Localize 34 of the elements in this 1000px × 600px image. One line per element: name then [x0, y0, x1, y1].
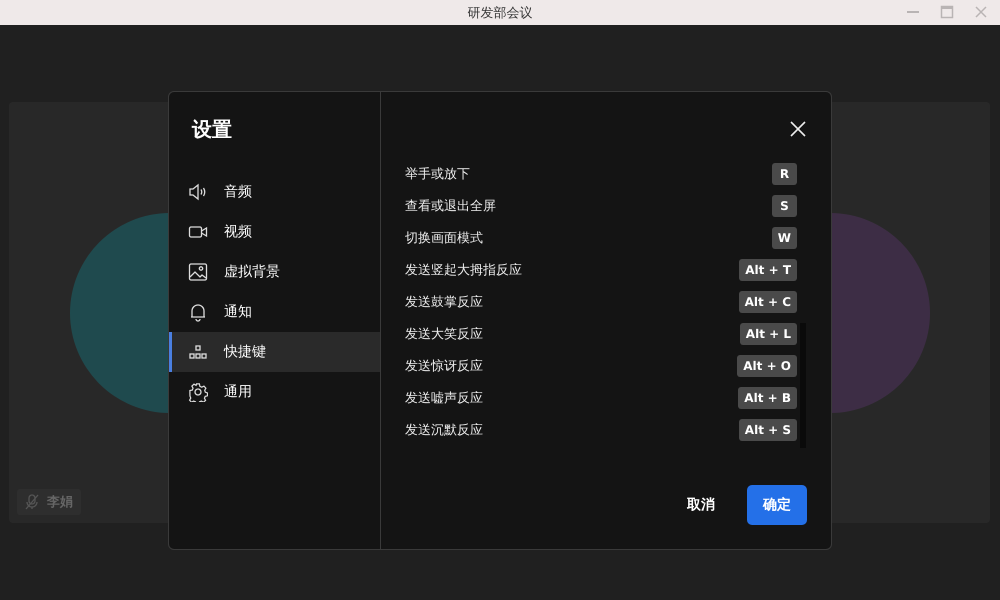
image-icon: [188, 262, 208, 282]
key-badge: Alt + S: [738, 419, 797, 441]
key-badge: Alt + T: [739, 259, 797, 281]
shortcut-label: 发送竖起大拇指反应: [405, 262, 522, 279]
shortcut-label: 发送沉默反应: [405, 422, 483, 439]
settings-icon: [188, 382, 208, 402]
confirm-button[interactable]: 确定: [747, 485, 807, 525]
key-badge: Alt + L: [740, 323, 797, 345]
shortcut-label: 举手或放下: [405, 166, 470, 183]
bell-icon: [188, 302, 208, 322]
sidebar-item[interactable]: 虚拟背景: [169, 252, 380, 292]
cancel-button[interactable]: 取消: [681, 485, 721, 525]
maximize-icon[interactable]: [940, 5, 954, 19]
window-title: 研发部会议: [468, 4, 532, 22]
sidebar-item[interactable]: 通知: [169, 292, 380, 332]
participant-name: 李娟: [47, 494, 73, 511]
shortcut-label: 发送大笑反应: [405, 326, 483, 343]
shortcut-label: 发送鼓掌反应: [405, 294, 483, 311]
sidebar-item[interactable]: 通用: [169, 372, 380, 412]
key-badge: Alt + B: [738, 387, 797, 409]
sidebar-item[interactable]: 视频: [169, 212, 380, 252]
shortcut-label: 查看或退出全屏: [405, 198, 496, 215]
shortcut-label: 发送惊讶反应: [405, 358, 483, 375]
shortcut-label: 切换画面模式: [405, 230, 483, 247]
dialog-title: 设置: [190, 116, 233, 143]
speaker-icon: [188, 182, 208, 202]
shortcut-label: 发送嘘声反应: [405, 390, 483, 407]
key-badge: Alt + O: [737, 355, 797, 377]
sidebar-item[interactable]: 快捷键: [169, 332, 380, 372]
key-badge: R: [772, 163, 797, 185]
sidebar-item[interactable]: 音频: [169, 172, 380, 212]
key-badge: S: [772, 195, 797, 217]
key-badge: W: [772, 227, 797, 249]
key-badge: Alt + C: [738, 291, 797, 313]
